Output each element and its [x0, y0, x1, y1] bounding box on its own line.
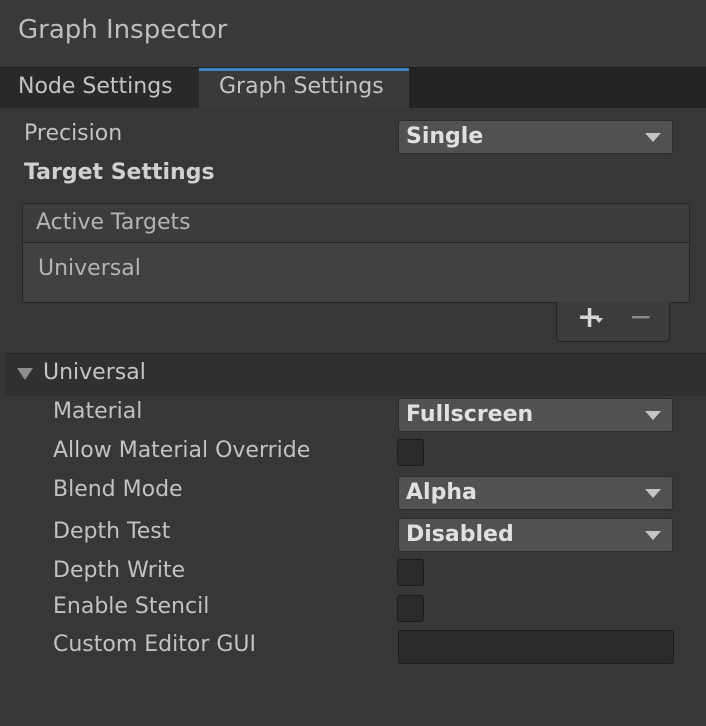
enable-stencil-label: Enable Stencil: [53, 594, 210, 619]
active-targets-header: Active Targets: [23, 204, 689, 243]
active-targets-list: Active Targets Universal: [22, 203, 690, 303]
depth-write-label: Depth Write: [53, 558, 186, 583]
custom-editor-gui-field[interactable]: [398, 630, 674, 664]
dropdown-arrow-icon: [645, 411, 661, 420]
dropdown-arrow-icon: [645, 489, 661, 498]
dropdown-arrow-icon: [645, 133, 661, 142]
active-targets-header-label: Active Targets: [36, 210, 191, 235]
tab-graph-settings[interactable]: Graph Settings: [199, 68, 409, 108]
material-dropdown[interactable]: Fullscreen: [398, 398, 673, 432]
inspector-title: Graph Inspector: [18, 15, 228, 45]
tab-strip: Node Settings Graph Settings: [0, 68, 706, 108]
target-settings-heading: Target Settings: [24, 160, 215, 185]
precision-value: Single: [406, 124, 484, 149]
remove-target-button[interactable]: −: [629, 300, 652, 333]
blend-mode-value: Alpha: [406, 480, 477, 505]
depth-test-value: Disabled: [406, 522, 514, 547]
depth-test-label: Depth Test: [53, 519, 171, 544]
tab-node-settings[interactable]: Node Settings: [0, 68, 199, 108]
blend-mode-dropdown[interactable]: Alpha: [398, 476, 673, 510]
precision-dropdown[interactable]: Single: [398, 120, 673, 154]
universal-section-label: Universal: [43, 360, 146, 385]
active-targets-footer: + −: [556, 300, 670, 342]
material-value: Fullscreen: [406, 402, 534, 427]
enable-stencil-checkbox[interactable]: [397, 595, 424, 622]
graph-settings-panel: Precision Single Target Settings Active …: [0, 108, 706, 726]
allow-material-override-label: Allow Material Override: [53, 438, 311, 463]
blend-mode-label: Blend Mode: [53, 477, 183, 502]
inspector-title-bar: Graph Inspector: [0, 0, 706, 68]
dropdown-arrow-icon: [645, 531, 661, 540]
active-target-item-universal[interactable]: Universal: [38, 256, 141, 281]
custom-editor-gui-label: Custom Editor GUI: [53, 632, 257, 657]
chevron-down-icon: [595, 318, 603, 323]
foldout-arrow-icon[interactable]: [17, 368, 33, 380]
depth-test-dropdown[interactable]: Disabled: [398, 518, 673, 552]
universal-section-header[interactable]: Universal: [5, 353, 706, 396]
allow-material-override-checkbox[interactable]: [397, 439, 424, 466]
depth-write-checkbox[interactable]: [397, 559, 424, 586]
precision-label: Precision: [24, 121, 123, 146]
material-label: Material: [53, 399, 143, 424]
